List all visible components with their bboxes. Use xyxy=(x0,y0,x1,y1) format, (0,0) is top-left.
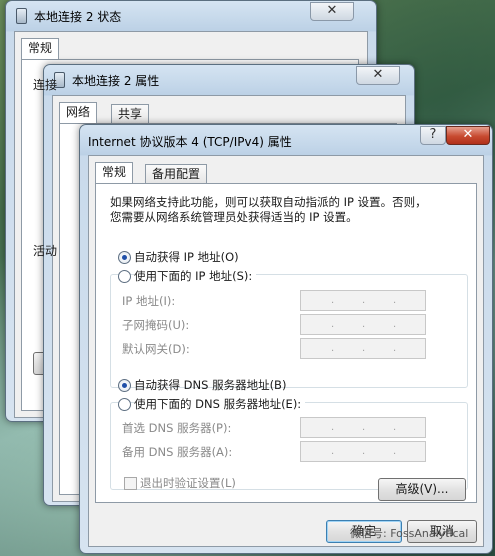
default-gateway-field[interactable]: ... xyxy=(300,338,426,359)
ipv4-close-button[interactable]: ✕ xyxy=(446,126,490,145)
properties-window-title: 本地连接 2 属性 xyxy=(72,74,160,88)
tab-general[interactable]: 常规 xyxy=(21,38,60,59)
tab-alternate-config[interactable]: 备用配置 xyxy=(145,164,208,183)
subnet-mask-label: 子网掩码(U): xyxy=(122,318,190,332)
ipv4-properties-dialog: Internet 协议版本 4 (TCP/IPv4) 属性 ? ✕ 常规 备用配… xyxy=(79,124,493,554)
status-titlebar[interactable]: 本地连接 2 状态 ✕ xyxy=(6,1,376,29)
ipv4-help-button[interactable]: ? xyxy=(420,126,446,145)
activity-label: 活动 xyxy=(33,244,58,258)
dns-auto-label[interactable]: 自动获得 DNS 服务器地址(B) xyxy=(134,377,286,393)
subnet-mask-field[interactable]: ... xyxy=(300,314,426,335)
watermark-text: 微信号: FossAnalytical xyxy=(350,527,469,540)
ip-manual-radio[interactable] xyxy=(118,270,131,283)
connection-label: 连接 xyxy=(33,78,58,92)
alternate-dns-field[interactable]: ... xyxy=(300,441,426,462)
tab-general[interactable]: 常规 xyxy=(95,162,134,183)
dns-auto-radio[interactable] xyxy=(118,379,131,392)
ipv4-dialog-title: Internet 协议版本 4 (TCP/IPv4) 属性 xyxy=(88,135,292,149)
validate-on-exit-label[interactable]: 退出时验证设置(L) xyxy=(140,475,236,491)
preferred-dns-label: 首选 DNS 服务器(P): xyxy=(122,421,232,435)
tab-share[interactable]: 共享 xyxy=(111,104,150,123)
ip-auto-radio[interactable] xyxy=(118,251,131,264)
description-line1: 如果网络支持此功能，则可以获取自动指派的 IP 设置。否则， xyxy=(110,195,427,209)
dns-manual-label[interactable]: 使用下面的 DNS 服务器地址(E): xyxy=(134,396,306,412)
status-close-button[interactable]: ✕ xyxy=(310,2,354,21)
network-adapter-icon xyxy=(16,8,27,24)
alternate-dns-label: 备用 DNS 服务器(A): xyxy=(122,445,233,459)
validate-on-exit-checkbox[interactable] xyxy=(124,477,137,490)
advanced-button[interactable]: 高级(V)... xyxy=(378,478,466,501)
ip-address-field[interactable]: ... xyxy=(300,290,426,311)
ip-address-label: IP 地址(I): xyxy=(122,294,176,308)
tab-network[interactable]: 网络 xyxy=(59,102,98,123)
preferred-dns-field[interactable]: ... xyxy=(300,417,426,438)
default-gateway-label: 默认网关(D): xyxy=(122,342,190,356)
ipv4-general-tabpage: 如果网络支持此功能，则可以获取自动指派的 IP 设置。否则， 您需要从网络系统管… xyxy=(95,183,477,503)
ipv4-panel: 常规 备用配置 如果网络支持此功能，则可以获取自动指派的 IP 设置。否则， 您… xyxy=(88,155,484,547)
description-line2: 您需要从网络系统管理员处获得适当的 IP 设置。 xyxy=(110,210,358,224)
ip-auto-label[interactable]: 自动获得 IP 地址(O) xyxy=(134,249,239,265)
dns-manual-radio[interactable] xyxy=(118,398,131,411)
properties-close-button[interactable]: ✕ xyxy=(356,66,400,85)
status-window-title: 本地连接 2 状态 xyxy=(34,10,122,24)
ip-manual-label[interactable]: 使用下面的 IP 地址(S): xyxy=(134,268,257,284)
properties-titlebar[interactable]: 本地连接 2 属性 ✕ xyxy=(44,65,414,93)
ipv4-titlebar[interactable]: Internet 协议版本 4 (TCP/IPv4) 属性 ? ✕ xyxy=(80,125,492,153)
